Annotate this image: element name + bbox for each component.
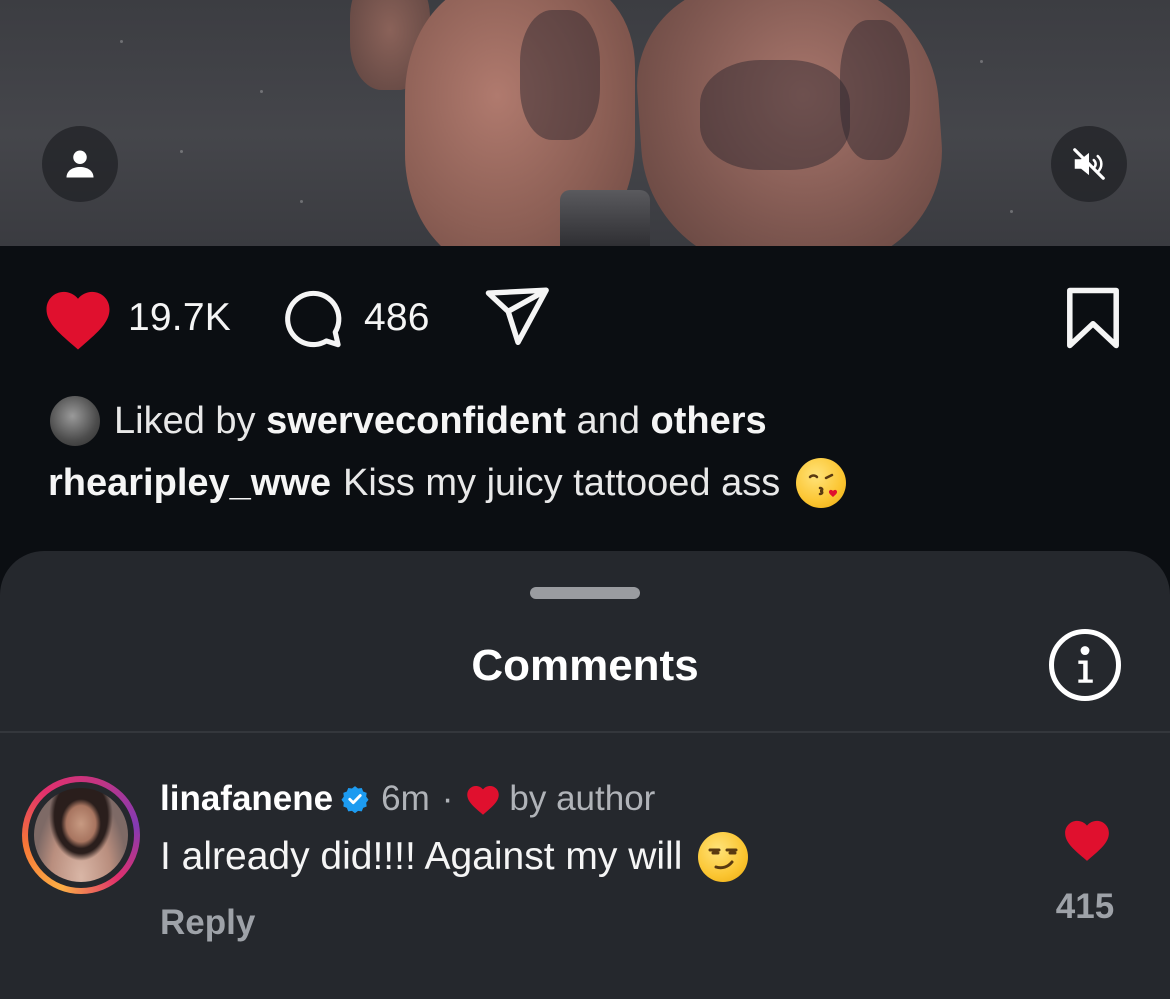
post-view: 19.7K 486 Liked by swerveconfident and o… <box>0 0 1170 999</box>
comment-like-button[interactable] <box>1062 817 1112 866</box>
kiss-emoji-icon: 😘 <box>796 458 847 508</box>
like-action: 19.7K <box>42 286 231 350</box>
comment-separator: · <box>441 779 454 818</box>
post-caption: rhearipley_wwe Kiss my juicy tattooed as… <box>48 455 847 511</box>
heart-filled-icon <box>1065 820 1109 861</box>
comment-item: linafanene 6m · by author I already did!… <box>0 733 1170 999</box>
comment-username[interactable]: linafanene <box>160 779 333 819</box>
smirk-emoji-icon: 😏 <box>698 832 749 882</box>
liked-by-author-label: by author <box>509 779 656 818</box>
caption-username[interactable]: rhearipley_wwe <box>48 462 331 505</box>
like-count[interactable]: 19.7K <box>128 296 231 340</box>
liked-by-row[interactable]: Liked by swerveconfident and others <box>48 392 767 450</box>
comment-action: 486 <box>280 286 430 350</box>
comment-count[interactable]: 486 <box>364 296 430 340</box>
post-video[interactable] <box>0 0 1170 246</box>
liked-by-joiner: and <box>576 399 640 442</box>
heart-filled-icon <box>467 785 500 815</box>
mute-button[interactable] <box>1051 126 1127 202</box>
post-actions: 19.7K 486 <box>0 246 1170 386</box>
heart-filled-icon[interactable] <box>42 286 114 350</box>
sheet-grabber[interactable] <box>530 587 640 599</box>
comment-header: linafanene 6m · by author <box>160 775 655 823</box>
comments-sheet: Comments linafanene 6m · by author I alr… <box>0 551 1170 999</box>
comments-title: Comments <box>471 641 699 690</box>
reply-button[interactable]: Reply <box>160 903 255 943</box>
verified-badge-icon <box>341 785 369 813</box>
caption-text: Kiss my juicy tattooed ass <box>343 461 781 504</box>
comment-time: 6m <box>381 779 430 818</box>
comment-like-count[interactable]: 415 <box>1040 887 1130 927</box>
commenter-avatar[interactable] <box>22 776 140 894</box>
comment-text: I already did!!!! Against my will <box>160 835 683 878</box>
info-button[interactable] <box>1049 629 1121 701</box>
comment-text-row: I already did!!!! Against my will 😏 <box>160 832 749 882</box>
tagged-people-button[interactable] <box>42 126 118 202</box>
share-action[interactable] <box>484 286 552 348</box>
save-action[interactable] <box>1064 286 1122 350</box>
speech-bubble-icon[interactable] <box>280 286 344 350</box>
bookmark-icon[interactable] <box>1064 286 1122 350</box>
paper-plane-icon[interactable] <box>484 286 552 348</box>
person-icon <box>66 150 94 178</box>
info-icon <box>1078 646 1093 683</box>
liked-by-others[interactable]: others <box>651 400 767 443</box>
liker-avatar[interactable] <box>48 394 102 448</box>
liked-by-prefix: Liked by <box>114 399 256 442</box>
speaker-muted-icon <box>1073 148 1105 180</box>
liked-by-username[interactable]: swerveconfident <box>266 400 566 443</box>
